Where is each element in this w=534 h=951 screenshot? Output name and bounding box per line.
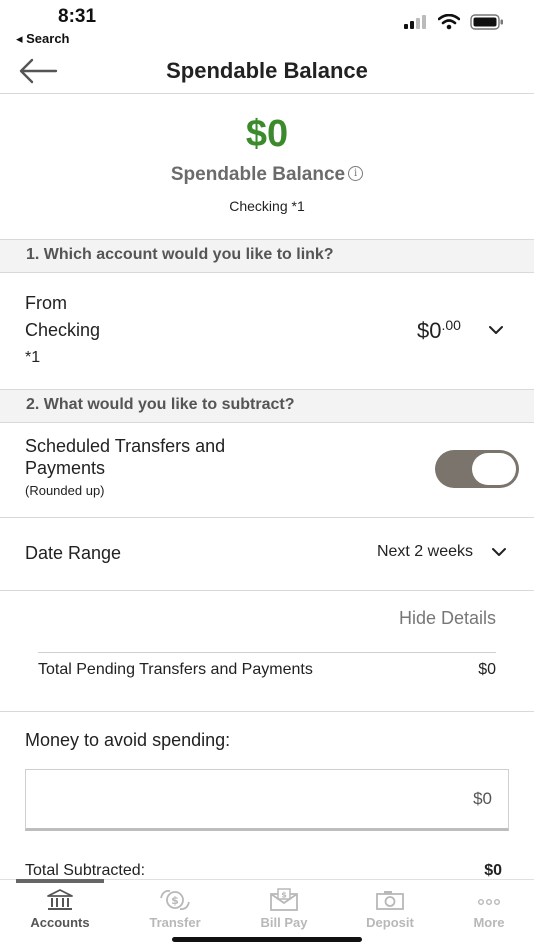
scheduled-label-line2: Payments [25,458,106,478]
money-avoid-input[interactable]: $0 [25,769,509,831]
tab-label: More [473,915,505,930]
chevron-down-icon [492,548,506,556]
section-title: 2. What would you like to subtract? [26,396,295,413]
chevron-down-icon[interactable] [489,325,503,335]
tab-transfer[interactable]: $ Transfer [130,888,220,930]
total-subtracted-value: $0 [484,862,502,879]
section-header-subtract: 2. What would you like to subtract? [0,389,534,423]
tab-bill-pay[interactable]: $ Bill Pay [239,888,329,930]
money-avoid-label: Money to avoid spending: [25,730,231,750]
date-range-row[interactable]: Date Range Next 2 weeks [0,518,534,590]
tab-label: Transfer [149,915,201,930]
header-divider [0,93,534,94]
date-range-value: Next 2 weeks [376,543,473,560]
tab-label: Deposit [366,915,414,930]
details-divider [38,652,496,653]
account-amount-cents: .00 [441,317,461,333]
pending-transfers-value: $0 [478,661,496,678]
tab-label: Accounts [30,915,90,930]
wifi-icon [438,14,460,30]
page-title: Spendable Balance [166,58,368,83]
from-label: From [25,293,67,313]
transfer-icon: $ [160,889,190,911]
section-header-link-account: 1. Which account would you like to link? [0,239,534,273]
balance-account: Checking *1 [229,198,305,214]
divider [0,590,534,591]
svg-text:$: $ [171,894,179,907]
scheduled-note: (Rounded up) [25,483,105,498]
battery-icon [470,14,503,30]
scheduled-label-line1: Scheduled Transfers and [25,436,226,456]
spendable-balance-label-text: Spendable Balance [170,164,346,185]
account-amount-main: $0 [417,318,442,343]
account-name: Checking [25,320,101,340]
info-icon[interactable]: i [348,166,364,181]
back-to-search-link[interactable]: ◂ Search [16,31,70,47]
spendable-balance-label: Spendable Balance i [0,164,534,186]
scheduled-transfers-toggle[interactable] [435,450,519,488]
home-indicator [172,937,362,942]
more-dots-icon [477,898,501,905]
bill-pay-icon: $ [270,888,298,911]
active-tab-indicator [16,879,104,883]
account-selector-row[interactable]: From Checking *1 $0.00 [0,272,534,389]
status-icons [404,14,504,30]
tab-label: Bill Pay [260,915,308,930]
section-title: 1. Which account would you like to link? [26,246,334,263]
tab-deposit[interactable]: Deposit [345,888,435,930]
divider [0,711,534,712]
date-range-label: Date Range [25,543,122,563]
cellular-signal-icon [404,15,426,29]
tab-accounts[interactable]: Accounts [15,888,105,930]
tab-more[interactable]: More [444,888,534,930]
account-mask: *1 [25,349,41,366]
svg-text:$: $ [281,891,287,900]
money-avoid-value: $0 [473,789,492,808]
camera-icon [376,891,404,910]
bank-icon [47,889,73,910]
hide-details-link[interactable]: Hide Details [399,608,496,629]
spendable-balance-amount: $0 [245,113,289,155]
toggle-knob [472,453,516,485]
account-amount: $0.00 [417,317,461,344]
total-subtracted-label: Total Subtracted: [25,862,146,879]
status-time: 8:31 [58,6,97,27]
pending-transfers-label: Total Pending Transfers and Payments [38,661,313,678]
